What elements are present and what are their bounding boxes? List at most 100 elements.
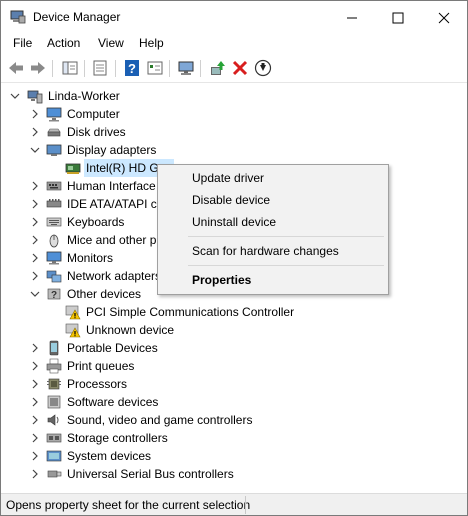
tree-item-processors[interactable]: Processors bbox=[1, 375, 467, 393]
menu-help[interactable]: Help bbox=[139, 36, 164, 50]
menu-item-uninstall-device[interactable]: Uninstall device bbox=[158, 211, 388, 233]
chevron-right-icon[interactable] bbox=[30, 267, 40, 285]
tree-item-pci-simple-comm[interactable]: PCI Simple Communications Controller bbox=[1, 303, 467, 321]
chevron-right-icon[interactable] bbox=[30, 447, 40, 465]
tree-item-usb-controllers[interactable]: Universal Serial Bus controllers bbox=[1, 465, 467, 483]
tree-item-label: Storage controllers bbox=[67, 431, 168, 445]
tree-item-label: Mice and other p bbox=[67, 233, 157, 247]
tree-item-sound-video[interactable]: Sound, video and game controllers bbox=[1, 411, 467, 429]
tree-item-label: Universal Serial Bus controllers bbox=[67, 467, 234, 481]
chevron-right-icon[interactable] bbox=[30, 339, 40, 357]
portable-icon bbox=[49, 340, 59, 356]
hid-icon bbox=[46, 181, 62, 191]
chevron-right-icon[interactable] bbox=[30, 411, 40, 429]
tree-item-label: Sound, video and game controllers bbox=[67, 413, 253, 427]
menu-file[interactable]: File bbox=[13, 36, 32, 50]
warning-device-icon bbox=[65, 305, 81, 320]
forward-arrow-icon[interactable] bbox=[29, 59, 47, 77]
properties-icon[interactable] bbox=[91, 59, 109, 77]
chevron-right-icon[interactable] bbox=[30, 195, 40, 213]
chevron-right-icon[interactable] bbox=[30, 375, 40, 393]
chevron-down-icon[interactable] bbox=[30, 285, 40, 303]
status-bar: Opens property sheet for the current sel… bbox=[1, 493, 467, 515]
keyboard-icon bbox=[46, 217, 62, 227]
tree-item-label: PCI Simple Communications Controller bbox=[86, 305, 295, 319]
tree-item-label: Monitors bbox=[67, 251, 114, 265]
usb-icon bbox=[47, 470, 62, 478]
tree-item-label: Other devices bbox=[67, 287, 142, 301]
chevron-right-icon[interactable] bbox=[30, 429, 40, 447]
tree-item-label: System devices bbox=[67, 449, 152, 463]
menu-separator bbox=[188, 236, 384, 237]
disable-device-icon[interactable] bbox=[254, 59, 272, 77]
tree-item-storage-controllers[interactable]: Storage controllers bbox=[1, 429, 467, 447]
tree-item-label: Portable Devices bbox=[67, 341, 158, 355]
tree-item-print-queues[interactable]: Print queues bbox=[1, 357, 467, 375]
chevron-right-icon[interactable] bbox=[30, 231, 40, 249]
update-driver-icon[interactable] bbox=[208, 59, 226, 77]
back-arrow-icon[interactable] bbox=[7, 59, 25, 77]
device-manager-window: Device Manager File Action View Help ? L… bbox=[0, 0, 468, 516]
display-adapter-icon bbox=[46, 144, 62, 156]
menu-action[interactable]: Action bbox=[47, 36, 80, 50]
tree-root[interactable]: Linda-Worker bbox=[1, 87, 467, 105]
menu-bar: File Action View Help bbox=[1, 33, 467, 53]
context-menu: Update driver Disable device Uninstall d… bbox=[157, 164, 389, 295]
ide-icon bbox=[46, 199, 62, 208]
close-icon bbox=[438, 12, 450, 24]
menu-item-disable-device[interactable]: Disable device bbox=[158, 189, 388, 211]
scan-hardware-icon[interactable] bbox=[177, 59, 195, 77]
menu-item-properties[interactable]: Properties bbox=[158, 269, 388, 291]
computer-root-icon bbox=[27, 90, 43, 104]
tree-item-computer[interactable]: Computer bbox=[1, 105, 467, 123]
disk-drive-icon bbox=[47, 128, 61, 137]
help-icon[interactable]: ? bbox=[123, 59, 141, 77]
sound-icon bbox=[47, 414, 59, 426]
chevron-right-icon[interactable] bbox=[30, 105, 40, 123]
chevron-right-icon[interactable] bbox=[30, 357, 40, 375]
chevron-right-icon[interactable] bbox=[30, 123, 40, 141]
software-icon bbox=[47, 395, 61, 409]
show-hide-tree-icon[interactable] bbox=[61, 59, 79, 77]
tree-root-label: Linda-Worker bbox=[48, 89, 120, 103]
system-icon bbox=[46, 450, 62, 462]
chevron-right-icon[interactable] bbox=[30, 177, 40, 195]
svg-text:?: ? bbox=[51, 290, 57, 301]
tree-item-software-devices[interactable]: Software devices bbox=[1, 393, 467, 411]
tree-item-label: Keyboards bbox=[67, 215, 125, 229]
tree-item-label: Computer bbox=[67, 107, 120, 121]
chevron-down-icon[interactable] bbox=[30, 141, 40, 159]
toolbar: ? bbox=[1, 54, 467, 83]
storage-icon bbox=[46, 433, 62, 443]
warning-device-icon bbox=[65, 323, 81, 338]
svg-text:?: ? bbox=[128, 61, 136, 76]
processor-icon bbox=[47, 378, 61, 390]
chevron-down-icon[interactable] bbox=[10, 87, 20, 105]
status-divider bbox=[245, 496, 246, 514]
maximize-button[interactable] bbox=[375, 1, 421, 33]
uninstall-device-icon[interactable] bbox=[231, 59, 249, 77]
tree-item-label: Unknown device bbox=[86, 323, 175, 337]
chevron-right-icon[interactable] bbox=[30, 393, 40, 411]
tree-item-system-devices[interactable]: System devices bbox=[1, 447, 467, 465]
chevron-right-icon[interactable] bbox=[30, 465, 40, 483]
device-manager-icon bbox=[10, 10, 26, 24]
minimize-button[interactable] bbox=[329, 1, 375, 33]
menu-item-update-driver[interactable]: Update driver bbox=[158, 167, 388, 189]
tree-item-label: Disk drives bbox=[67, 125, 126, 139]
close-button[interactable] bbox=[421, 1, 467, 33]
tree-item-display-adapters[interactable]: Display adapters bbox=[1, 141, 467, 159]
monitor-icon bbox=[46, 251, 62, 265]
title-bar[interactable]: Device Manager bbox=[1, 1, 467, 33]
view-details-icon[interactable] bbox=[146, 59, 164, 77]
menu-item-scan-hardware[interactable]: Scan for hardware changes bbox=[158, 240, 388, 262]
computer-icon bbox=[46, 107, 62, 122]
tree-item-unknown-device[interactable]: Unknown device bbox=[1, 321, 467, 339]
menu-view[interactable]: View bbox=[98, 36, 124, 50]
tree-item-label: Print queues bbox=[67, 359, 135, 373]
chevron-right-icon[interactable] bbox=[30, 213, 40, 231]
tree-item-portable-devices[interactable]: Portable Devices bbox=[1, 339, 467, 357]
tree-item-disk-drives[interactable]: Disk drives bbox=[1, 123, 467, 141]
chevron-right-icon[interactable] bbox=[30, 249, 40, 267]
other-devices-icon: ? bbox=[47, 288, 61, 301]
